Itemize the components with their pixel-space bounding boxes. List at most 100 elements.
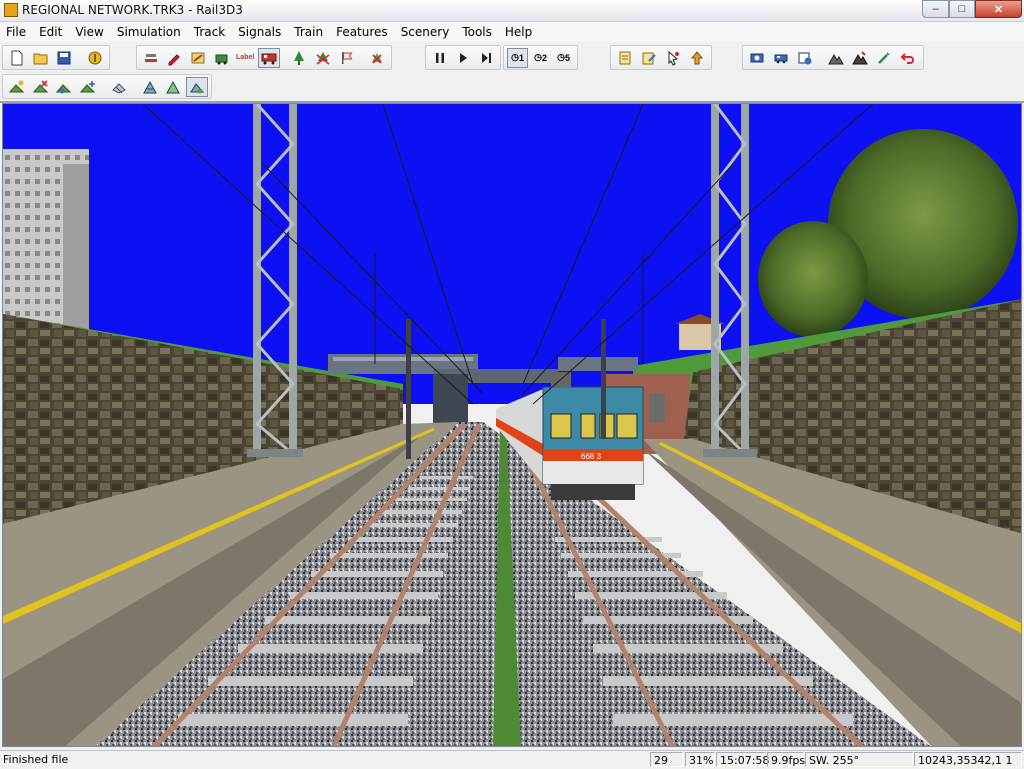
edit-toolbar-group	[610, 45, 712, 70]
minimize-button[interactable]: –	[922, 0, 949, 18]
menu-file[interactable]: File	[0, 22, 33, 42]
camera-view-button[interactable]	[746, 48, 768, 68]
menu-view[interactable]: View	[69, 22, 110, 42]
menu-track[interactable]: Track	[188, 22, 232, 42]
maximize-button[interactable]: □	[949, 0, 975, 18]
pylon-button[interactable]	[139, 77, 161, 97]
train-car-icon	[261, 53, 277, 64]
grid-button[interactable]	[108, 77, 130, 97]
signal-tool-button[interactable]	[336, 48, 358, 68]
terrain-shade-button[interactable]	[186, 76, 209, 97]
status-heading: SW. 255°	[805, 752, 913, 767]
window-controls: – □ ✕	[922, 0, 1022, 18]
status-message: Finished file	[3, 753, 69, 766]
remove-hill-button[interactable]	[30, 77, 52, 97]
add-hill-button[interactable]	[6, 77, 28, 97]
clock-icon: ◷	[511, 52, 519, 62]
train-number: 668 3	[581, 452, 602, 461]
open-file-button[interactable]	[30, 48, 52, 68]
settings-button[interactable]	[873, 48, 895, 68]
tree-tool-button[interactable]	[289, 48, 311, 68]
status-coordinates: 10243,35342,1 1	[914, 752, 1022, 767]
edit-properties-button[interactable]	[638, 48, 660, 68]
raise-hill-icon	[80, 80, 96, 92]
edit-track-button[interactable]	[187, 48, 209, 68]
arrow-up-icon	[690, 50, 704, 64]
follow-train-button[interactable]	[770, 48, 792, 68]
cab-window-right	[616, 413, 638, 439]
pause-button[interactable]	[429, 48, 450, 68]
playback-toolbar-group	[425, 45, 501, 70]
camera-view-icon	[750, 53, 764, 62]
speed-x5-button[interactable]: ◷ 5	[553, 48, 574, 68]
signal-flag-icon	[341, 51, 353, 64]
remove-hill-icon	[32, 79, 48, 92]
add-hill-icon	[8, 80, 25, 92]
new-file-button[interactable]	[6, 48, 28, 68]
follow-train-icon	[774, 54, 788, 63]
speed-toolbar-group: ◷ 1 ◷ 2 ◷ 5	[503, 45, 578, 70]
save-file-button[interactable]	[54, 48, 76, 68]
window-title: REGIONAL NETWORK.TRK3 - Rail3D3	[22, 3, 243, 17]
menu-signals[interactable]: Signals	[232, 22, 288, 42]
raise-tool-button[interactable]	[686, 48, 708, 68]
undo-button[interactable]	[897, 48, 919, 68]
menu-scenery[interactable]: Scenery	[395, 22, 457, 42]
wand-icon	[878, 51, 890, 64]
properties-button[interactable]	[614, 48, 636, 68]
loco-button[interactable]	[211, 48, 233, 68]
terrain-up-button[interactable]	[825, 48, 847, 68]
pole-left	[406, 319, 411, 459]
train-tool-button[interactable]	[257, 47, 280, 68]
menu-help[interactable]: Help	[499, 22, 539, 42]
hill-button[interactable]	[163, 77, 185, 97]
save-icon	[57, 51, 71, 64]
edit-note-icon	[642, 52, 656, 64]
scenery-delete-icon	[316, 51, 330, 65]
cab-window-left	[550, 413, 572, 439]
timetable-icon	[798, 52, 812, 64]
mountain-icon	[828, 53, 844, 64]
terrain-edit-button[interactable]	[849, 48, 871, 68]
pylon-icon	[142, 80, 157, 93]
speed-x2-label: 2	[541, 52, 547, 63]
step-button[interactable]	[476, 48, 497, 68]
delete-scenery-button[interactable]	[312, 48, 334, 68]
draw-track-button[interactable]	[164, 48, 186, 68]
menu-features[interactable]: Features	[330, 22, 395, 42]
speed-x2-button[interactable]: ◷ 2	[530, 48, 551, 68]
speed-x1-button[interactable]: ◷ 1	[507, 47, 529, 68]
timetable-button[interactable]	[794, 48, 816, 68]
track-tool-button[interactable]	[140, 48, 162, 68]
scene-render[interactable]: 668 3	[3, 104, 1022, 747]
title-bar: REGIONAL NETWORK.TRK3 - Rail3D3 – □ ✕	[0, 0, 1024, 22]
hill-icon	[166, 80, 181, 93]
pause-icon	[435, 52, 444, 63]
play-button[interactable]	[452, 48, 473, 68]
coin-button[interactable]	[84, 48, 106, 68]
coin-icon	[88, 51, 102, 64]
cursor-icon	[668, 50, 679, 66]
main-toolbar: Label ◷ 1 ◷ 2 ◷ 5	[0, 44, 1024, 72]
remove-feature-button[interactable]	[366, 48, 388, 68]
3d-viewport[interactable]: 668 3	[2, 103, 1022, 747]
menu-simulation[interactable]: Simulation	[111, 22, 188, 42]
speed-x1-label: 1	[518, 52, 524, 63]
file-toolbar-group	[2, 45, 110, 70]
menu-edit[interactable]: Edit	[33, 22, 69, 42]
label-tool-button[interactable]: Label	[234, 48, 256, 68]
view-toolbar-group	[742, 45, 924, 70]
open-folder-icon	[33, 53, 48, 64]
raise-hill-button[interactable]	[77, 77, 99, 97]
speed-x5-label: 5	[564, 52, 570, 63]
pencil-icon	[168, 53, 181, 65]
grid-icon	[112, 82, 126, 94]
menu-tools[interactable]: Tools	[456, 22, 499, 42]
status-count: 29	[650, 752, 683, 767]
locomotive-icon	[215, 54, 228, 64]
close-button[interactable]: ✕	[975, 0, 1022, 18]
menu-train[interactable]: Train	[288, 22, 330, 42]
select-tool-button[interactable]	[662, 48, 684, 68]
pole-right	[601, 319, 606, 439]
water-button[interactable]	[54, 77, 76, 97]
